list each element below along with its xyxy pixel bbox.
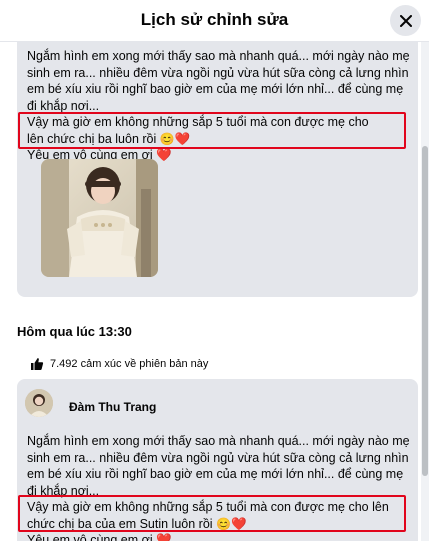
smile-emoji: 😊 [216, 516, 231, 531]
post-text-highlight: Vậy mà giờ em không những sắp 5 tuổi mà … [27, 114, 387, 147]
version-card-previous: Đàm Thu Trang Ngắm hình em xong mới thấy… [17, 379, 418, 541]
heart-emoji: ❤️ [174, 131, 191, 146]
version-timestamp: Hôm qua lúc 13:30 [17, 324, 132, 339]
heart-emoji: ❤️ [156, 148, 172, 162]
heart-emoji: ❤️ [230, 516, 247, 531]
reactions-count-text: 7.492 cảm xúc về phiên bản này [50, 358, 209, 370]
like-icon [31, 358, 44, 370]
post-text-highlight: Vậy mà giờ em không những sắp 5 tuổi mà … [27, 499, 397, 532]
close-icon [399, 14, 412, 27]
author-name[interactable]: Đàm Thu Trang [69, 400, 156, 414]
dialog-title: Lịch sử chỉnh sửa [140, 10, 289, 29]
reactions-summary[interactable]: 7.492 cảm xúc về phiên bản này [30, 357, 208, 371]
post-photo[interactable] [41, 159, 158, 277]
post-text-highlight-content: Vậy mà giờ em không những sắp 5 tuổi mà … [27, 500, 389, 531]
heart-emoji: ❤️ [156, 533, 172, 541]
post-text-intro: Ngắm hình em xong mới thấy sao mà nhanh … [27, 49, 410, 113]
smile-emoji: 😊 [159, 131, 175, 146]
post-text-closing-content: Yêu em vô cùng em ơi [27, 533, 153, 541]
close-button[interactable] [390, 5, 421, 36]
author-avatar[interactable] [25, 389, 53, 417]
edit-history-list[interactable]: Ngắm hình em xong mới thấy sao mà nhanh … [0, 42, 429, 541]
version-card-current: Ngắm hình em xong mới thấy sao mà nhanh … [17, 42, 418, 297]
post-text-closing: Yêu em vô cùng em ơi ❤️ [27, 532, 411, 541]
post-text-intro: Ngắm hình em xong mới thấy sao mà nhanh … [27, 434, 410, 498]
avatar-image [25, 389, 53, 417]
dialog-header: Lịch sử chỉnh sửa [0, 0, 429, 42]
scrollbar-thumb[interactable] [422, 146, 428, 476]
girl-photo-image [41, 159, 158, 277]
post-text-highlight-content: Vậy mà giờ em không những sắp 5 tuổi mà … [27, 115, 369, 146]
scrollbar-track[interactable] [421, 42, 429, 541]
